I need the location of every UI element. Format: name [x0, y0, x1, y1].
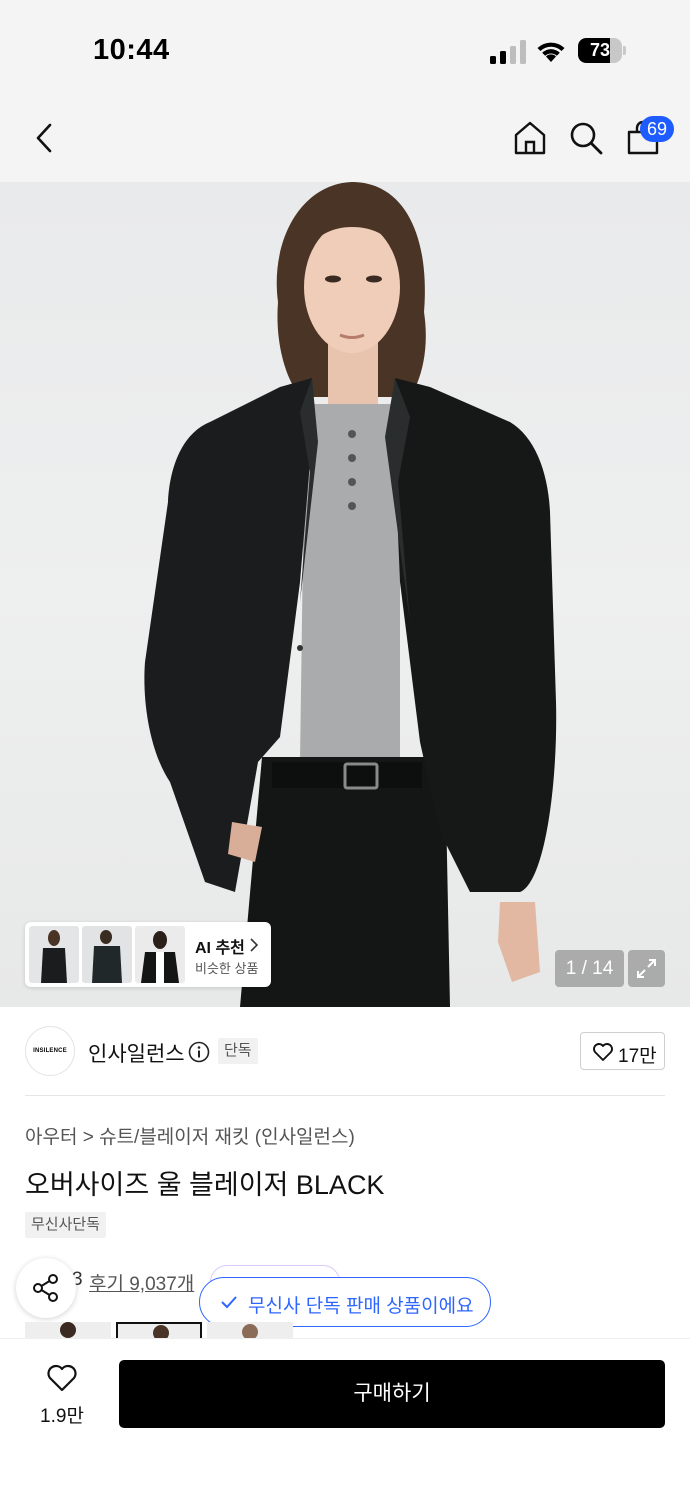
- chevron-right-icon: [250, 938, 259, 952]
- wishlist-button[interactable]: 1.9만: [30, 1363, 94, 1427]
- wifi-icon: [537, 42, 565, 62]
- expand-icon: [637, 959, 656, 978]
- cart-count-badge: 69: [640, 116, 674, 142]
- heart-icon: [593, 1043, 613, 1061]
- brand-like-button[interactable]: 17만: [580, 1032, 665, 1070]
- home-icon[interactable]: [511, 119, 549, 157]
- ai-recommend-subtitle: 비슷한 상품: [195, 961, 259, 976]
- expand-button[interactable]: [628, 950, 665, 987]
- ai-recommend-card[interactable]: AI 추천 비슷한 상품: [25, 922, 271, 987]
- ai-recommend-title: AI 추천: [195, 940, 245, 957]
- musinsa-exclusive-tag: 무신사단독: [25, 1212, 107, 1238]
- exclusive-toast: 무신사 단독 판매 상품이에요: [199, 1277, 491, 1327]
- ai-thumb-1: [29, 926, 79, 983]
- image-counter: 1 / 14: [555, 950, 624, 987]
- ai-thumb-3: [135, 926, 185, 983]
- status-time: 10:44: [93, 34, 170, 66]
- search-icon[interactable]: [567, 119, 605, 157]
- brand-like-count: 17만: [618, 1046, 657, 1067]
- battery-icon: 73: [578, 38, 626, 63]
- exclusive-badge: 단독: [218, 1038, 258, 1064]
- back-arrow-icon[interactable]: [28, 120, 64, 156]
- wishlist-count: 1.9만: [40, 1406, 84, 1427]
- heart-icon: [47, 1364, 77, 1392]
- ai-thumb-2: [82, 926, 132, 983]
- product-title: 오버사이즈 울 블레이저 BLACK: [25, 1170, 385, 1200]
- review-count-link[interactable]: 후기 9,037개: [89, 1269, 194, 1296]
- buy-button[interactable]: 구매하기: [119, 1360, 665, 1428]
- bottom-action-bar: 1.9만 구매하기: [0, 1338, 690, 1500]
- status-bar: 10:44 73: [0, 0, 690, 100]
- brand-logo-text: INSILENCE: [33, 1048, 67, 1054]
- product-image[interactable]: [0, 182, 690, 1007]
- share-button[interactable]: [16, 1258, 76, 1318]
- check-icon: [221, 1296, 237, 1309]
- category-breadcrumb[interactable]: 아우터 > 슈트/블레이저 재킷 (인사일런스): [25, 1122, 355, 1149]
- brand-logo[interactable]: INSILENCE: [25, 1026, 75, 1076]
- toast-message: 무신사 단독 판매 상품이에요: [248, 1296, 474, 1317]
- divider: [25, 1095, 665, 1096]
- top-nav-bar: 69: [0, 100, 690, 182]
- info-icon[interactable]: [188, 1041, 210, 1063]
- share-icon: [33, 1274, 58, 1302]
- battery-level: 73: [589, 40, 611, 60]
- signal-icon: [490, 40, 526, 64]
- model-photo: [144, 182, 557, 1007]
- brand-name[interactable]: 인사일런스: [88, 1038, 185, 1068]
